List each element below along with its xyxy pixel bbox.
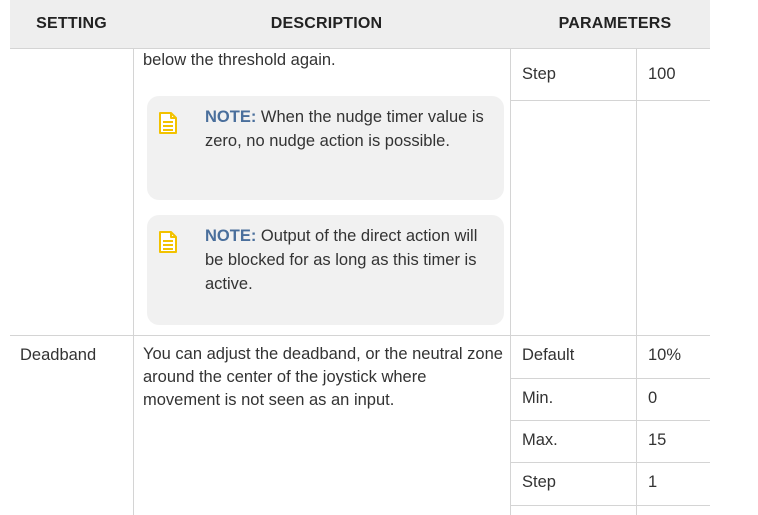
row-divider xyxy=(510,420,710,421)
row-divider xyxy=(510,462,710,463)
row2-setting: Deadband xyxy=(20,346,97,364)
header-description: DESCRIPTION xyxy=(270,15,383,32)
param-value: 15 xyxy=(648,431,667,449)
param-label: Min. xyxy=(522,389,554,407)
table-header: SETTING DESCRIPTION PARAMETERS xyxy=(10,0,710,49)
note-label: NOTE: xyxy=(205,227,257,245)
header-setting: SETTING xyxy=(36,15,107,32)
row1-param-label: Step xyxy=(522,65,556,83)
row-divider xyxy=(510,505,710,506)
param-value: 10% xyxy=(648,346,682,364)
note-label: NOTE: xyxy=(205,108,257,126)
note-callout: NOTE: When the nudge timer value is zero… xyxy=(147,96,504,200)
row2-description: You can adjust the deadband, or the neut… xyxy=(143,345,503,409)
row1-param-value: 100 xyxy=(648,65,676,83)
settings-table: SETTING DESCRIPTION PARAMETERS below the… xyxy=(0,0,758,515)
param-value: 0 xyxy=(648,389,658,407)
note-text: NOTE: When the nudge timer value is zero… xyxy=(205,105,495,153)
row-divider xyxy=(510,100,710,101)
row-divider xyxy=(510,378,710,379)
col-divider-setting xyxy=(133,48,134,515)
note-callout: NOTE: Output of the direct action will b… xyxy=(147,215,504,325)
param-label: Default xyxy=(522,346,575,364)
note-document-icon xyxy=(159,112,177,134)
param-value: 1 xyxy=(648,473,658,491)
row1-description-tail: below the threshold again. xyxy=(143,51,336,69)
row-divider xyxy=(510,48,710,49)
col-divider-param xyxy=(636,48,637,515)
param-label: Step xyxy=(522,473,556,491)
param-label: Max. xyxy=(522,431,558,449)
note-text: NOTE: Output of the direct action will b… xyxy=(205,224,495,296)
row-divider xyxy=(10,335,710,336)
note-document-icon xyxy=(159,231,177,253)
col-divider-desc xyxy=(510,48,511,515)
header-parameters: PARAMETERS xyxy=(558,15,672,32)
